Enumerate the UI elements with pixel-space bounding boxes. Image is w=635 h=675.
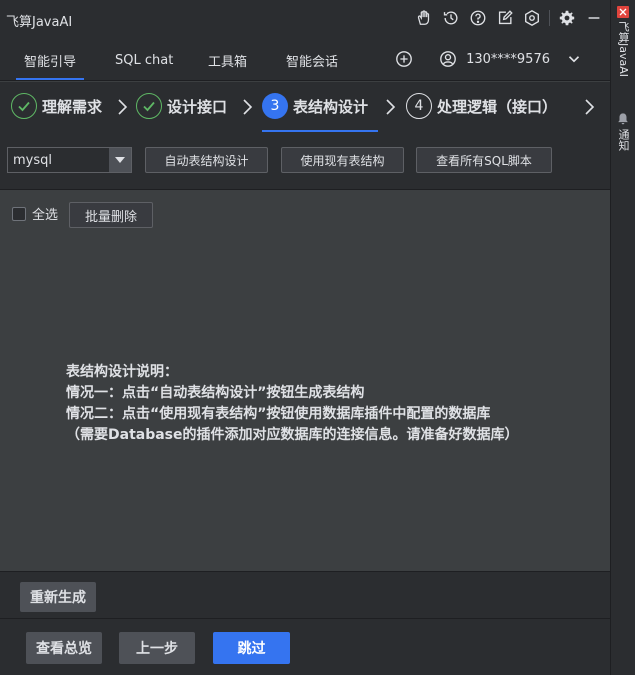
tab-smart-chat[interactable]: 智能会话: [286, 40, 338, 80]
step-design-api[interactable]: 设计接口: [136, 93, 227, 119]
step-understand[interactable]: 理解需求: [11, 93, 102, 119]
notify-tab-label: 通知: [617, 129, 630, 151]
description-line-3: （需要Database的插件添加对应数据库的连接信息。请准备好数据库）: [66, 427, 519, 443]
footer-bar: 查看总览 上一步 跳过: [0, 618, 610, 675]
content-area: 全选 批量删除 表结构设计说明： 情况一：点击“自动表结构设计”按钮生成表结构 …: [0, 190, 610, 570]
description-line-2: 情况二：点击“使用现有表结构”按钮使用数据库插件中配置的数据库: [66, 406, 491, 422]
bell-icon: [618, 113, 628, 125]
user-avatar-icon[interactable]: [438, 49, 458, 69]
title-bar: 飞算JavaAI: [0, 0, 610, 40]
select-all-label[interactable]: 全选: [32, 204, 58, 223]
tab-sql-chat[interactable]: SQL chat: [115, 40, 173, 80]
notify-tab[interactable]: 通知: [611, 112, 635, 151]
divider: [549, 10, 550, 26]
step-label: 表结构设计: [293, 97, 369, 116]
select-all-checkbox[interactable]: [12, 206, 26, 221]
history-icon[interactable]: [441, 8, 461, 28]
select-all-row: 全选: [12, 204, 58, 223]
gear-icon[interactable]: [557, 8, 577, 28]
batch-delete-button[interactable]: 批量删除: [69, 202, 153, 228]
regenerate-bar: 重新生成: [0, 571, 610, 618]
plugin-tab[interactable]: 飞算JavaAI: [611, 6, 635, 77]
step-indicator: 理解需求 设计接口 3 表结构设计 4 处理逻辑（接口）: [0, 82, 610, 134]
chevron-right-icon: [386, 99, 396, 115]
db-type-value: mysql: [13, 152, 52, 168]
tab-toolbox[interactable]: 工具箱: [208, 40, 247, 80]
view-sql-button[interactable]: 查看所有SQL脚本: [416, 147, 552, 173]
active-step-underline: [262, 130, 378, 132]
chevron-right-icon: [243, 99, 253, 115]
action-toolbar: mysql 自动表结构设计 使用现有表结构 查看所有SQL脚本: [0, 134, 610, 190]
plugin-tab-label: 飞算JavaAI: [617, 21, 630, 78]
step-table-design[interactable]: 3 表结构设计: [262, 93, 368, 119]
minimize-icon[interactable]: [584, 8, 604, 28]
add-icon[interactable]: [394, 49, 414, 69]
chevron-right-icon: [118, 99, 128, 115]
check-icon: [11, 93, 37, 119]
nav-bar: 智能引导 SQL chat 工具箱 智能会话 130****9576: [0, 40, 610, 81]
chevron-down-icon[interactable]: [564, 49, 584, 69]
user-account[interactable]: 130****9576: [466, 52, 550, 67]
step-logic[interactable]: 4 处理逻辑（接口）: [406, 93, 557, 119]
tool-window: 飞算JavaAI 智能引导 SQL chat 工具箱 智能会话 130****9…: [0, 0, 610, 675]
step-label: 设计接口: [167, 97, 228, 116]
step-number: 3: [262, 93, 288, 119]
design-description: 表结构设计说明： 情况一：点击“自动表结构设计”按钮生成表结构 情况二：点击“使…: [66, 362, 519, 446]
hexagon-settings-icon[interactable]: [522, 8, 542, 28]
nav-right-group: 130****9576: [394, 49, 584, 69]
chevron-right-icon[interactable]: [582, 97, 596, 117]
edit-icon[interactable]: [495, 8, 515, 28]
regenerate-button[interactable]: 重新生成: [20, 582, 96, 612]
dropdown-arrow-icon[interactable]: [109, 148, 131, 172]
skip-button[interactable]: 跳过: [213, 632, 290, 664]
auto-design-button[interactable]: 自动表结构设计: [145, 147, 268, 173]
step-label: 理解需求: [42, 97, 103, 116]
title-toolbar: [414, 8, 604, 28]
overview-button[interactable]: 查看总览: [26, 632, 102, 664]
right-tool-strip: 飞算JavaAI 通知: [610, 0, 635, 675]
help-icon[interactable]: [468, 8, 488, 28]
window-title: 飞算JavaAI: [6, 14, 73, 30]
description-line-1: 情况一：点击“自动表结构设计”按钮生成表结构: [66, 385, 365, 401]
description-title: 表结构设计说明：: [66, 364, 178, 380]
tab-smart-guide[interactable]: 智能引导: [15, 40, 85, 80]
plugin-logo-icon: [617, 6, 629, 18]
step-number: 4: [406, 93, 432, 119]
db-type-select[interactable]: mysql: [7, 147, 132, 173]
use-existing-button[interactable]: 使用现有表结构: [281, 147, 404, 173]
prev-step-button[interactable]: 上一步: [119, 632, 195, 664]
check-icon: [136, 93, 162, 119]
step-label: 处理逻辑（接口）: [437, 97, 558, 116]
feedback-icon[interactable]: [414, 8, 434, 28]
